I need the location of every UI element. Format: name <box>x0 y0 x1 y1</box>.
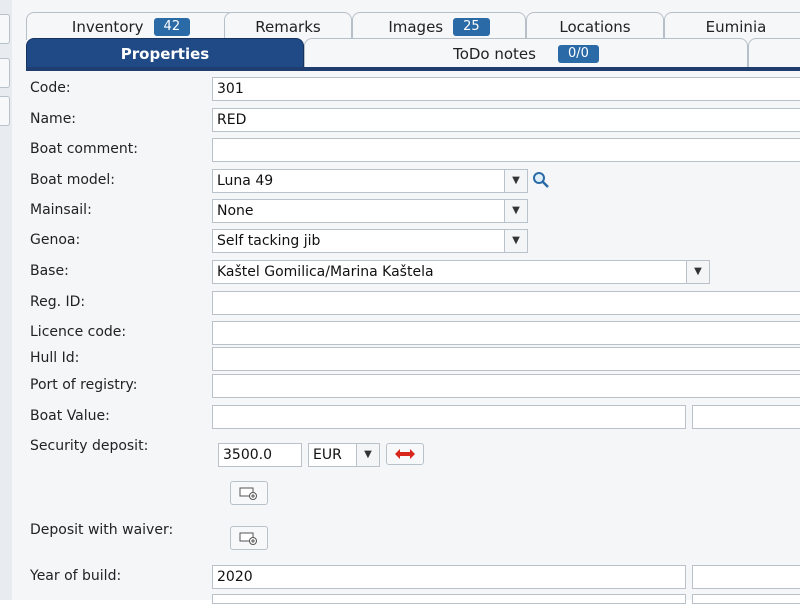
tab-todo-notes[interactable]: ToDo notes 0/0 <box>304 38 748 68</box>
remove-deposit-button[interactable] <box>386 443 424 465</box>
chevron-down-icon[interactable]: ▼ <box>504 230 527 252</box>
remove-icon <box>395 449 415 459</box>
licence-code-field[interactable] <box>212 321 800 345</box>
boat-value-label: Boat Value: <box>30 408 110 424</box>
left-panel-handle[interactable] <box>0 58 10 88</box>
tab-label: Remarks <box>255 17 321 36</box>
boat-value-secondary-field[interactable] <box>692 405 800 429</box>
tab-locations[interactable]: Locations <box>526 12 664 40</box>
tab-label: Inventory <box>71 17 144 36</box>
boat-comment-field[interactable] <box>212 138 800 162</box>
tab-inventory[interactable]: Inventory 42 <box>26 12 236 40</box>
tab-label: Properties <box>120 44 210 63</box>
genoa-select[interactable]: Self tacking jib ▼ <box>212 229 528 253</box>
genoa-value: Self tacking jib <box>217 233 321 249</box>
name-label: Name: <box>30 111 77 127</box>
year-of-build-label: Year of build: <box>30 568 122 584</box>
currency-select[interactable]: EUR ▼ <box>308 443 380 467</box>
chevron-down-icon[interactable]: ▼ <box>504 200 527 222</box>
mainsail-value: None <box>217 203 254 219</box>
tab-more[interactable] <box>748 38 800 68</box>
boat-model-value: Luna 49 <box>217 173 274 189</box>
next-row-secondary-field[interactable] <box>692 594 800 604</box>
name-field[interactable]: RED <box>212 108 800 132</box>
tab-properties[interactable]: Properties <box>26 38 304 68</box>
security-deposit-amount-field[interactable]: 3500.0 <box>218 443 302 467</box>
inventory-count-badge: 42 <box>153 17 191 36</box>
add-entry-icon <box>239 487 257 500</box>
port-of-registry-label: Port of registry: <box>30 377 138 393</box>
tab-label: ToDo notes <box>453 44 536 63</box>
base-select[interactable]: Kaštel Gomilica/Marina Kaštela ▼ <box>212 260 710 284</box>
boat-value-field[interactable] <box>212 405 686 429</box>
tab-label: Images <box>388 17 444 36</box>
hull-id-field[interactable] <box>212 347 800 371</box>
add-deposit-button[interactable] <box>230 481 268 505</box>
currency-value: EUR <box>313 447 342 463</box>
hull-id-label: Hull Id: <box>30 350 80 366</box>
add-waiver-deposit-button[interactable] <box>230 526 268 550</box>
tab-remarks[interactable]: Remarks <box>224 12 352 40</box>
base-value: Kaštel Gomilica/Marina Kaštela <box>217 264 434 280</box>
chevron-down-icon[interactable]: ▼ <box>504 170 527 192</box>
year-of-build-field[interactable]: 2020 <box>212 565 686 589</box>
add-entry-icon <box>239 532 257 545</box>
boat-model-label: Boat model: <box>30 172 115 188</box>
next-row-field[interactable] <box>212 594 686 604</box>
chevron-down-icon[interactable]: ▼ <box>686 261 709 283</box>
year-of-build-secondary-field[interactable] <box>692 565 800 589</box>
code-field[interactable]: 301 <box>212 77 800 101</box>
main-panel: Inventory 42 Remarks Images 25 Locations… <box>12 0 800 604</box>
deposit-with-waiver-label: Deposit with waiver: <box>30 522 174 538</box>
search-icon[interactable] <box>530 169 552 191</box>
genoa-label: Genoa: <box>30 232 81 248</box>
todo-count-badge: 0/0 <box>557 44 599 63</box>
chevron-down-icon[interactable]: ▼ <box>356 444 379 466</box>
base-label: Base: <box>30 263 69 279</box>
images-count-badge: 25 <box>453 17 490 36</box>
licence-code-label: Licence code: <box>30 324 127 340</box>
tab-euminia[interactable]: Euminia <box>664 12 800 40</box>
tab-images[interactable]: Images 25 <box>352 12 526 40</box>
tab-label: Locations <box>559 17 631 36</box>
port-of-registry-field[interactable] <box>212 374 800 398</box>
tab-underline <box>26 67 800 71</box>
boat-comment-label: Boat comment: <box>30 141 138 157</box>
left-panel-handle[interactable] <box>0 96 10 126</box>
left-panel-handle[interactable] <box>0 14 10 44</box>
reg-id-label: Reg. ID: <box>30 294 86 310</box>
mainsail-label: Mainsail: <box>30 202 92 218</box>
code-label: Code: <box>30 80 71 96</box>
mainsail-select[interactable]: None ▼ <box>212 199 528 223</box>
security-deposit-label: Security deposit: <box>30 438 149 454</box>
tab-label: Euminia <box>705 17 767 36</box>
boat-model-select[interactable]: Luna 49 ▼ <box>212 169 528 193</box>
reg-id-field[interactable] <box>212 291 800 315</box>
